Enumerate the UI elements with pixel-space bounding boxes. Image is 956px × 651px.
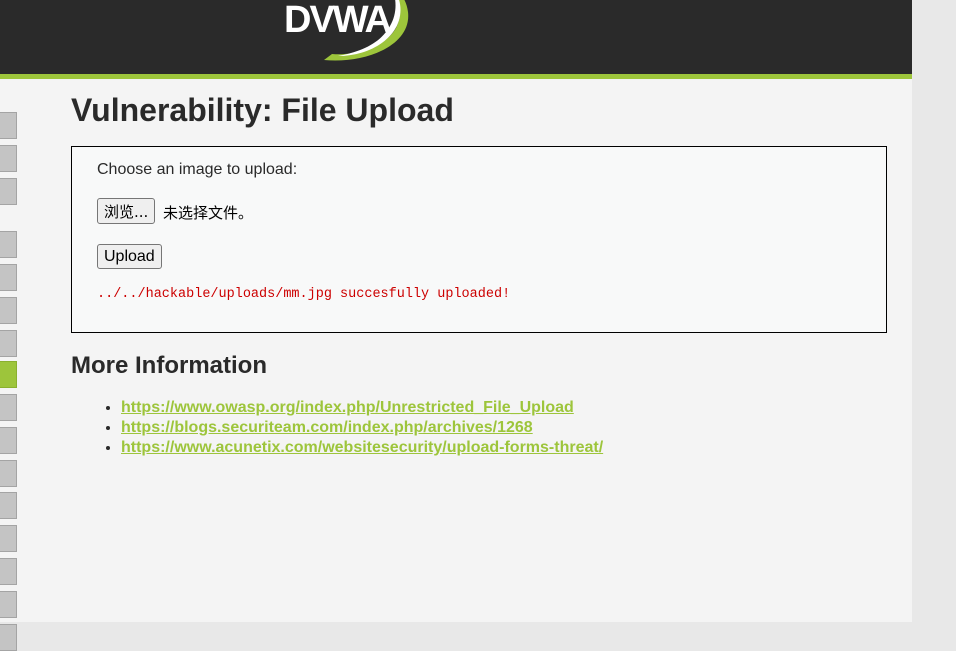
sidebar-menu-tab[interactable] <box>0 112 17 139</box>
sidebar-menu-tab[interactable] <box>0 297 17 324</box>
acunetix-link[interactable]: https://www.acunetix.com/websitesecurity… <box>121 439 603 456</box>
sidebar-menu-tab[interactable] <box>0 427 17 454</box>
dvwa-logo[interactable]: DVWA <box>278 0 418 62</box>
logo-text: DVWA <box>284 0 392 41</box>
sidebar-menu-tab[interactable] <box>0 624 17 651</box>
list-item: https://www.acunetix.com/websitesecurity… <box>121 438 603 458</box>
upload-button[interactable]: Upload <box>97 244 162 269</box>
info-links-list: https://www.owasp.org/index.php/Unrestri… <box>71 398 603 458</box>
list-item: https://blogs.securiteam.com/index.php/a… <box>121 418 603 438</box>
sidebar-menu-tab[interactable] <box>0 264 17 291</box>
page-container: DVWA Vulnerability: File Upload Choose a… <box>0 0 912 651</box>
sidebar-menu-tab[interactable] <box>0 591 17 618</box>
sidebar-menu-tab[interactable] <box>0 231 17 258</box>
sidebar-menu-tab[interactable] <box>0 178 17 205</box>
sidebar-menu-tab[interactable] <box>0 145 17 172</box>
list-item: https://www.owasp.org/index.php/Unrestri… <box>121 398 603 418</box>
sidebar-menu-tab[interactable] <box>0 525 17 552</box>
sidebar-menu-tab[interactable] <box>0 394 17 421</box>
file-selection-status: 未选择文件。 <box>163 204 254 222</box>
header: DVWA <box>0 0 912 79</box>
more-info-heading: More Information <box>71 352 267 379</box>
securiteam-link[interactable]: https://blogs.securiteam.com/index.php/a… <box>121 419 533 436</box>
sidebar-menu-tab[interactable] <box>0 460 17 487</box>
vulnerable-code-area: Choose an image to upload: 浏览... 未选择文件。 … <box>71 146 887 333</box>
sidebar-menu-tab[interactable] <box>0 361 17 388</box>
sidebar-menu-tab[interactable] <box>0 558 17 585</box>
sidebar-menu-tab[interactable] <box>0 492 17 519</box>
upload-result-message: ../../hackable/uploads/mm.jpg succesfull… <box>97 287 511 302</box>
owasp-link[interactable]: https://www.owasp.org/index.php/Unrestri… <box>121 399 574 416</box>
sidebar-menu-tab[interactable] <box>0 330 17 357</box>
upload-prompt: Choose an image to upload: <box>97 161 298 178</box>
browse-button[interactable]: 浏览... <box>97 198 156 224</box>
page-title: Vulnerability: File Upload <box>71 92 454 128</box>
